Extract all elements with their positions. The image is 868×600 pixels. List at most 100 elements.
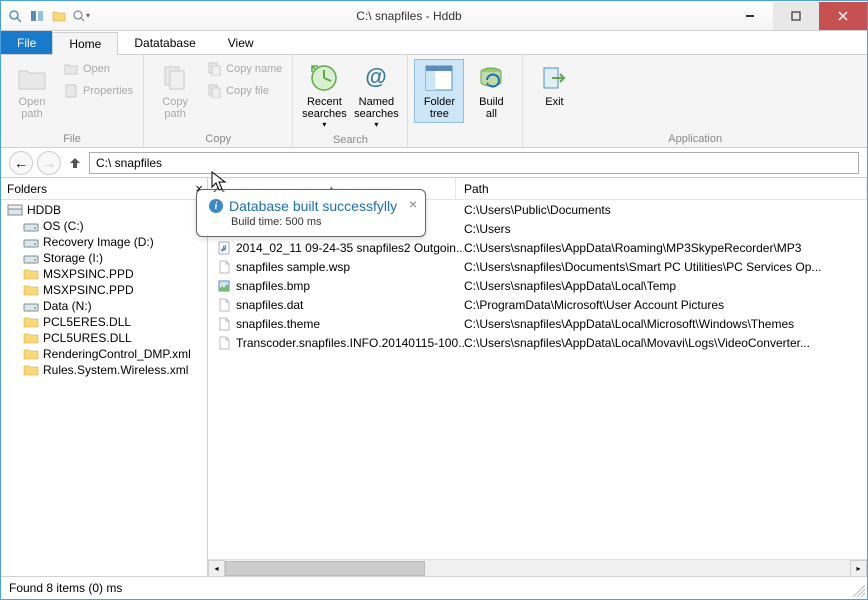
file-icon bbox=[216, 336, 232, 350]
resize-grip-icon[interactable] bbox=[853, 585, 865, 597]
drive-icon bbox=[23, 251, 39, 265]
result-row[interactable]: snapfiles.bmp C:\Users\snapfiles\AppData… bbox=[208, 276, 867, 295]
forward-button[interactable]: → bbox=[37, 151, 61, 175]
tab-database[interactable]: Datatabase bbox=[118, 31, 211, 54]
quick-access-toolbar: ▾ bbox=[1, 7, 91, 25]
result-row[interactable]: snapfiles sample.wsp C:\Users\snapfiles\… bbox=[208, 257, 867, 276]
scroll-right-button[interactable]: ▸ bbox=[850, 560, 867, 577]
build-all-button[interactable]: Build all bbox=[466, 59, 516, 123]
ribbon-tabs: File Home Datatabase View bbox=[1, 31, 867, 55]
tree-item[interactable]: MSXPSINC.PPD bbox=[1, 266, 207, 282]
image-icon bbox=[216, 279, 232, 293]
exit-icon bbox=[538, 62, 570, 94]
close-button[interactable] bbox=[819, 2, 867, 30]
window-controls bbox=[727, 2, 867, 30]
ribbon-group-copy: Copy path Copy name Copy file Copy bbox=[144, 55, 293, 147]
maximize-button[interactable] bbox=[773, 2, 819, 30]
result-row[interactable]: snapfiles.dat C:\ProgramData\Microsoft\U… bbox=[208, 295, 867, 314]
properties-icon bbox=[63, 83, 79, 99]
scroll-thumb[interactable] bbox=[225, 561, 425, 576]
folder-tree-icon bbox=[423, 62, 455, 94]
tree-item[interactable]: Storage (I:) bbox=[1, 250, 207, 266]
recent-searches-icon bbox=[308, 62, 340, 94]
up-button[interactable] bbox=[65, 153, 85, 173]
column-path[interactable]: Path bbox=[456, 178, 867, 199]
ribbon-group-application: Exit Application bbox=[523, 55, 867, 147]
chevron-down-icon: ▾ bbox=[322, 120, 326, 129]
copy-file-icon bbox=[206, 83, 222, 99]
folder-yellow-icon bbox=[23, 331, 39, 345]
recent-searches-button[interactable]: Recent searches▾ bbox=[299, 59, 349, 132]
folder-tree: HDDB OS (C:)Recovery Image (D:)Storage (… bbox=[1, 200, 207, 380]
copy-path-button[interactable]: Copy path bbox=[150, 59, 200, 123]
horizontal-scrollbar[interactable]: ◂ ▸ bbox=[208, 559, 867, 576]
drive-icon bbox=[23, 219, 39, 233]
drive-icon bbox=[23, 235, 39, 249]
window-title: C:\ snapfiles - Hddb bbox=[91, 9, 727, 23]
copy-path-icon bbox=[159, 62, 191, 94]
tree-item[interactable]: OS (C:) bbox=[1, 218, 207, 234]
titlebar: ▾ C:\ snapfiles - Hddb bbox=[1, 1, 867, 31]
folders-pane: Folders × HDDB OS (C:)Recovery Image (D:… bbox=[1, 178, 208, 576]
ribbon: Open path Open Properties File Copy path… bbox=[1, 55, 867, 148]
file-icon bbox=[216, 298, 232, 312]
tree-item[interactable]: PCL5URES.DLL bbox=[1, 330, 207, 346]
tree-item[interactable]: Rules.System.Wireless.xml bbox=[1, 362, 207, 378]
result-row[interactable]: Transcoder.snapfiles.INFO.20140115-100..… bbox=[208, 333, 867, 352]
status-text: Found 8 items (0) ms bbox=[9, 581, 122, 595]
toast-subtitle: Build time: 500 ms bbox=[231, 216, 397, 228]
search-icon[interactable] bbox=[5, 7, 25, 25]
nav-bar: ← → bbox=[1, 148, 867, 178]
file-icon bbox=[216, 317, 232, 331]
folder-yellow-icon bbox=[23, 267, 39, 281]
tree-item[interactable]: Recovery Image (D:) bbox=[1, 234, 207, 250]
results-pane: ▲ Path C:\Users\Public\Documents C:\User… bbox=[208, 178, 867, 576]
folder-icon[interactable] bbox=[49, 7, 69, 25]
folder-yellow-icon bbox=[23, 315, 39, 329]
tree-item[interactable]: Data (N:) bbox=[1, 298, 207, 314]
ribbon-group-file: Open path Open Properties File bbox=[1, 55, 144, 147]
tree-item[interactable]: MSXPSINC.PPD bbox=[1, 282, 207, 298]
address-input[interactable] bbox=[89, 152, 859, 174]
tree-root[interactable]: HDDB bbox=[1, 202, 207, 218]
exit-button[interactable]: Exit bbox=[529, 59, 579, 111]
folder-yellow-icon bbox=[23, 347, 39, 361]
result-row[interactable]: snapfiles.theme C:\Users\snapfiles\AppDa… bbox=[208, 314, 867, 333]
status-bar: Found 8 items (0) ms bbox=[1, 576, 867, 598]
drive-icon bbox=[23, 299, 39, 313]
named-searches-button[interactable]: @ Named searches▾ bbox=[351, 59, 401, 132]
folder-yellow-icon bbox=[23, 283, 39, 297]
folder-tree-button[interactable]: Folder tree bbox=[414, 59, 464, 123]
drive-icon bbox=[7, 203, 23, 217]
svg-text:@: @ bbox=[366, 64, 387, 89]
ribbon-group-build: Folder tree Build all bbox=[408, 55, 523, 147]
panels-icon[interactable] bbox=[27, 7, 47, 25]
open-path-button[interactable]: Open path bbox=[7, 59, 57, 123]
tab-view[interactable]: View bbox=[212, 31, 270, 54]
notification-toast: i Database built successfylly Build time… bbox=[196, 189, 426, 237]
tab-home[interactable]: Home bbox=[52, 32, 118, 55]
minimize-button[interactable] bbox=[727, 2, 773, 30]
chevron-down-icon: ▾ bbox=[374, 120, 378, 129]
folder-yellow-icon bbox=[23, 363, 39, 377]
file-tab[interactable]: File bbox=[1, 31, 52, 54]
results-list: C:\Users\Public\Documents C:\Users 2014_… bbox=[208, 200, 867, 559]
result-row[interactable]: 2014_02_11 09-24-35 snapfiles2 Outgoin..… bbox=[208, 238, 867, 257]
toast-close-button[interactable]: × bbox=[409, 196, 417, 212]
properties-button[interactable]: Properties bbox=[59, 81, 137, 101]
copy-name-icon bbox=[206, 61, 222, 77]
folders-header: Folders × bbox=[1, 178, 207, 200]
tree-item[interactable]: PCL5ERES.DLL bbox=[1, 314, 207, 330]
toast-title: i Database built successfylly bbox=[209, 198, 397, 214]
scroll-left-button[interactable]: ◂ bbox=[208, 560, 225, 577]
copy-file-button[interactable]: Copy file bbox=[202, 81, 286, 101]
named-searches-icon: @ bbox=[360, 62, 392, 94]
tree-item[interactable]: RenderingControl_DMP.xml bbox=[1, 346, 207, 362]
back-button[interactable]: ← bbox=[9, 151, 33, 175]
info-icon: i bbox=[209, 199, 223, 213]
folder-path-icon bbox=[16, 62, 48, 94]
open-button[interactable]: Open bbox=[59, 59, 137, 79]
copy-name-button[interactable]: Copy name bbox=[202, 59, 286, 79]
zoom-icon[interactable]: ▾ bbox=[71, 7, 91, 25]
main-area: Folders × HDDB OS (C:)Recovery Image (D:… bbox=[1, 178, 867, 576]
